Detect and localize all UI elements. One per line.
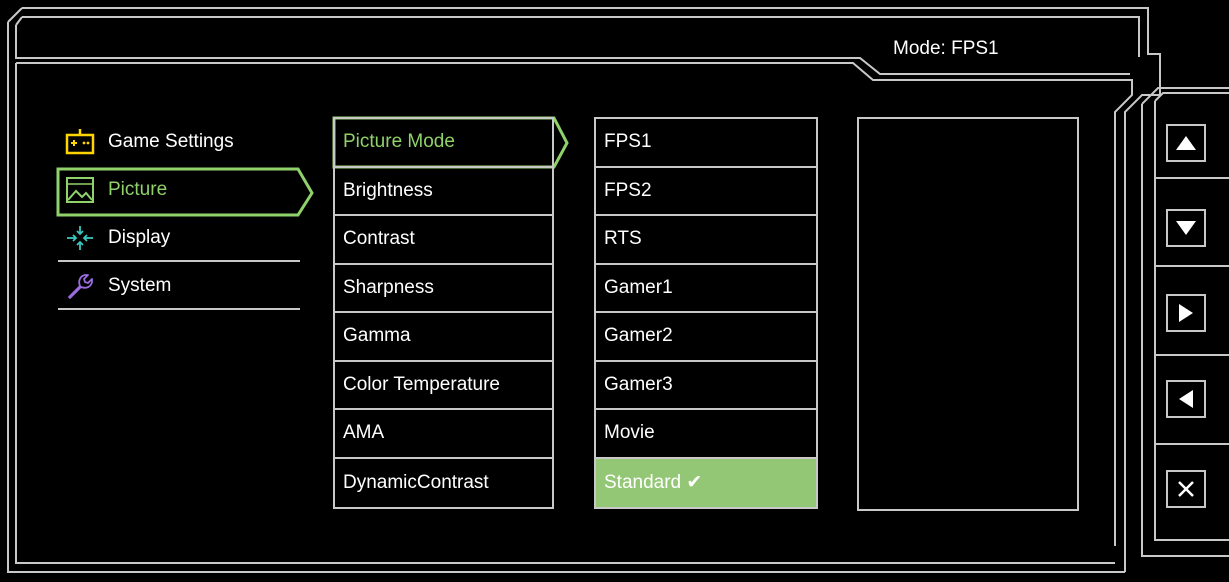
picture-icon	[64, 174, 96, 206]
preview-panel	[857, 117, 1079, 511]
triangle-left-icon	[1179, 390, 1193, 408]
picture-mode-options: FPS1 FPS2 RTS Gamer1 Gamer2 Gamer3 Movie…	[594, 117, 818, 509]
sub-menu-item-color-temperature[interactable]: Color Temperature	[335, 362, 552, 410]
right-button[interactable]	[1166, 294, 1206, 332]
option-gamer3[interactable]: Gamer3	[596, 362, 816, 410]
main-menu-label: Game Settings	[108, 131, 234, 152]
option-fps1[interactable]: FPS1	[596, 119, 816, 168]
triangle-right-icon	[1179, 304, 1193, 322]
wrench-icon	[64, 270, 96, 302]
main-menu-item-system[interactable]: System	[58, 262, 300, 310]
sub-menu-item-ama[interactable]: AMA	[335, 410, 552, 459]
sub-menu-item-contrast[interactable]: Contrast	[335, 216, 552, 265]
triangle-down-icon	[1176, 221, 1196, 235]
option-fps2[interactable]: FPS2	[596, 168, 816, 216]
option-movie[interactable]: Movie	[596, 410, 816, 459]
picture-sub-menu: Picture Mode Brightness Contrast Sharpne…	[333, 117, 554, 509]
option-rts[interactable]: RTS	[596, 216, 816, 265]
sub-menu-item-gamma[interactable]: Gamma	[335, 313, 552, 362]
sub-menu-item-sharpness[interactable]: Sharpness	[335, 265, 552, 313]
close-x-icon	[1178, 481, 1194, 497]
osd-screen: Mode: FPS1 Game Settings Picture Display…	[0, 0, 1229, 582]
exit-button[interactable]	[1166, 470, 1206, 508]
sub-menu-item-dynamic-contrast[interactable]: DynamicContrast	[335, 459, 552, 508]
option-standard[interactable]: Standard ✔	[596, 458, 816, 507]
main-menu: Game Settings Picture Display System	[58, 118, 300, 310]
sub-menu-item-brightness[interactable]: Brightness	[335, 168, 552, 216]
option-gamer1[interactable]: Gamer1	[596, 265, 816, 313]
up-button[interactable]	[1166, 124, 1206, 162]
sub-menu-item-picture-mode[interactable]: Picture Mode	[335, 119, 552, 168]
main-menu-label: Display	[108, 227, 171, 248]
option-gamer2[interactable]: Gamer2	[596, 313, 816, 362]
main-menu-item-game-settings[interactable]: Game Settings	[58, 118, 300, 166]
mode-indicator: Mode: FPS1	[893, 38, 999, 59]
display-arrows-icon	[64, 222, 96, 254]
main-menu-item-display[interactable]: Display	[58, 214, 300, 262]
down-button[interactable]	[1166, 209, 1206, 247]
main-menu-label: Picture	[108, 179, 168, 200]
triangle-up-icon	[1176, 136, 1196, 150]
main-menu-label: System	[108, 275, 172, 296]
left-button[interactable]	[1166, 380, 1206, 418]
gamepad-icon	[64, 126, 96, 158]
main-menu-item-picture[interactable]: Picture	[58, 166, 300, 214]
